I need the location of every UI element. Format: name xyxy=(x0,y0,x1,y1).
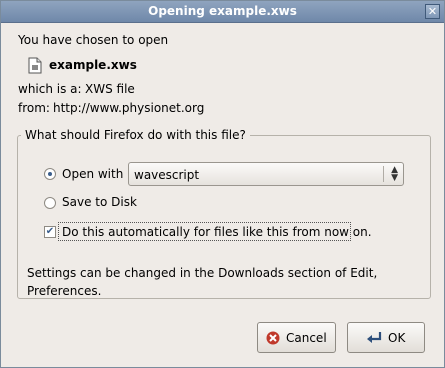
select-separator xyxy=(383,166,384,182)
source-url: http://www.physionet.org xyxy=(53,101,205,115)
cancel-button[interactable]: Cancel xyxy=(257,322,336,353)
updown-arrows-icon: ▲ ▼ xyxy=(391,165,398,183)
auto-action-checkbox[interactable]: ✔ xyxy=(44,226,56,238)
application-select-value: wavescript xyxy=(134,168,200,182)
save-to-disk-label[interactable]: Save to Disk xyxy=(62,195,137,209)
ok-button[interactable]: OK xyxy=(347,322,425,353)
from-label: from: xyxy=(18,101,50,115)
file-type-value: XWS file xyxy=(85,82,135,96)
open-with-radio[interactable] xyxy=(44,168,56,180)
cancel-x-icon xyxy=(266,331,280,345)
application-select[interactable]: wavescript ▲ ▼ xyxy=(128,162,404,186)
ok-arrow-icon xyxy=(367,332,382,343)
close-icon: ✕ xyxy=(427,5,438,18)
open-with-label[interactable]: Open with xyxy=(62,167,123,181)
document-icon xyxy=(28,57,42,74)
filename: example.xws xyxy=(49,58,137,72)
which-is-label: which is a: xyxy=(18,82,82,96)
chosen-text: You have chosen to open xyxy=(18,33,169,47)
ok-button-label: OK xyxy=(388,331,406,345)
save-to-disk-radio[interactable] xyxy=(44,197,56,209)
close-window-button[interactable]: ✕ xyxy=(425,4,440,19)
cancel-button-label: Cancel xyxy=(286,331,327,345)
title-bar[interactable]: Opening example.xws ✕ xyxy=(1,1,444,23)
auto-action-label[interactable]: Do this automatically for files like thi… xyxy=(62,225,372,239)
checkmark-icon: ✔ xyxy=(45,226,55,237)
settings-note-line2: Preferences. xyxy=(27,284,102,298)
dialog-window: Opening example.xws ✕ You have chosen to… xyxy=(0,0,445,368)
radio-selected-dot xyxy=(48,172,52,176)
settings-note-line1: Settings can be changed in the Downloads… xyxy=(27,266,378,280)
window-title: Opening example.xws xyxy=(148,4,297,18)
action-group-legend: What should Firefox do with this file? xyxy=(21,128,250,142)
